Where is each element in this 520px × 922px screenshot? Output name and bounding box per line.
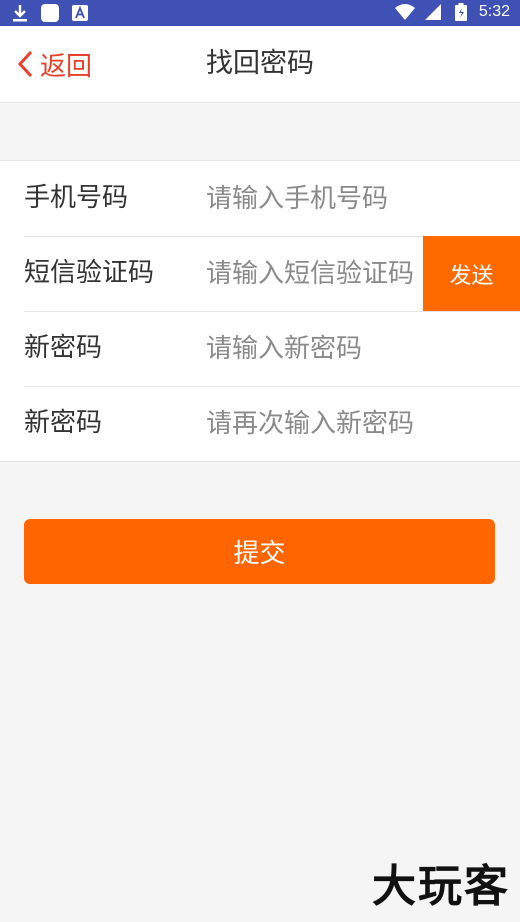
navigation-bar: 返回 找回密码 [0, 26, 520, 103]
back-button[interactable]: 返回 [14, 26, 92, 102]
new-password-input[interactable] [206, 327, 496, 371]
signal-icon [423, 2, 443, 22]
reset-password-form: 手机号码 短信验证码 新密码 新密码 发送 [0, 160, 520, 462]
chevron-left-icon [14, 49, 36, 79]
status-time: 5:32 [478, 3, 510, 20]
a-badge-icon [70, 3, 90, 23]
confirm-password-row: 新密码 [0, 386, 520, 461]
battery-icon [451, 2, 471, 22]
phone-label: 手机号码 [24, 183, 129, 213]
sms-code-label: 短信验证码 [24, 258, 155, 288]
confirm-password-label: 新密码 [24, 408, 103, 438]
phone-row: 手机号码 [0, 161, 520, 236]
submit-button[interactable]: 提交 [24, 519, 495, 584]
confirm-password-input[interactable] [206, 402, 496, 446]
back-label: 返回 [40, 51, 93, 82]
download-icon [10, 3, 30, 23]
app-icon [40, 3, 60, 23]
send-code-button[interactable]: 发送 [423, 236, 520, 311]
status-bar: 5:32 [0, 0, 520, 26]
new-password-row: 新密码 [0, 311, 520, 386]
phone-input[interactable] [206, 177, 496, 221]
new-password-label: 新密码 [24, 333, 103, 363]
watermark-logo: 大玩客 [372, 861, 510, 912]
wifi-icon [394, 2, 415, 22]
